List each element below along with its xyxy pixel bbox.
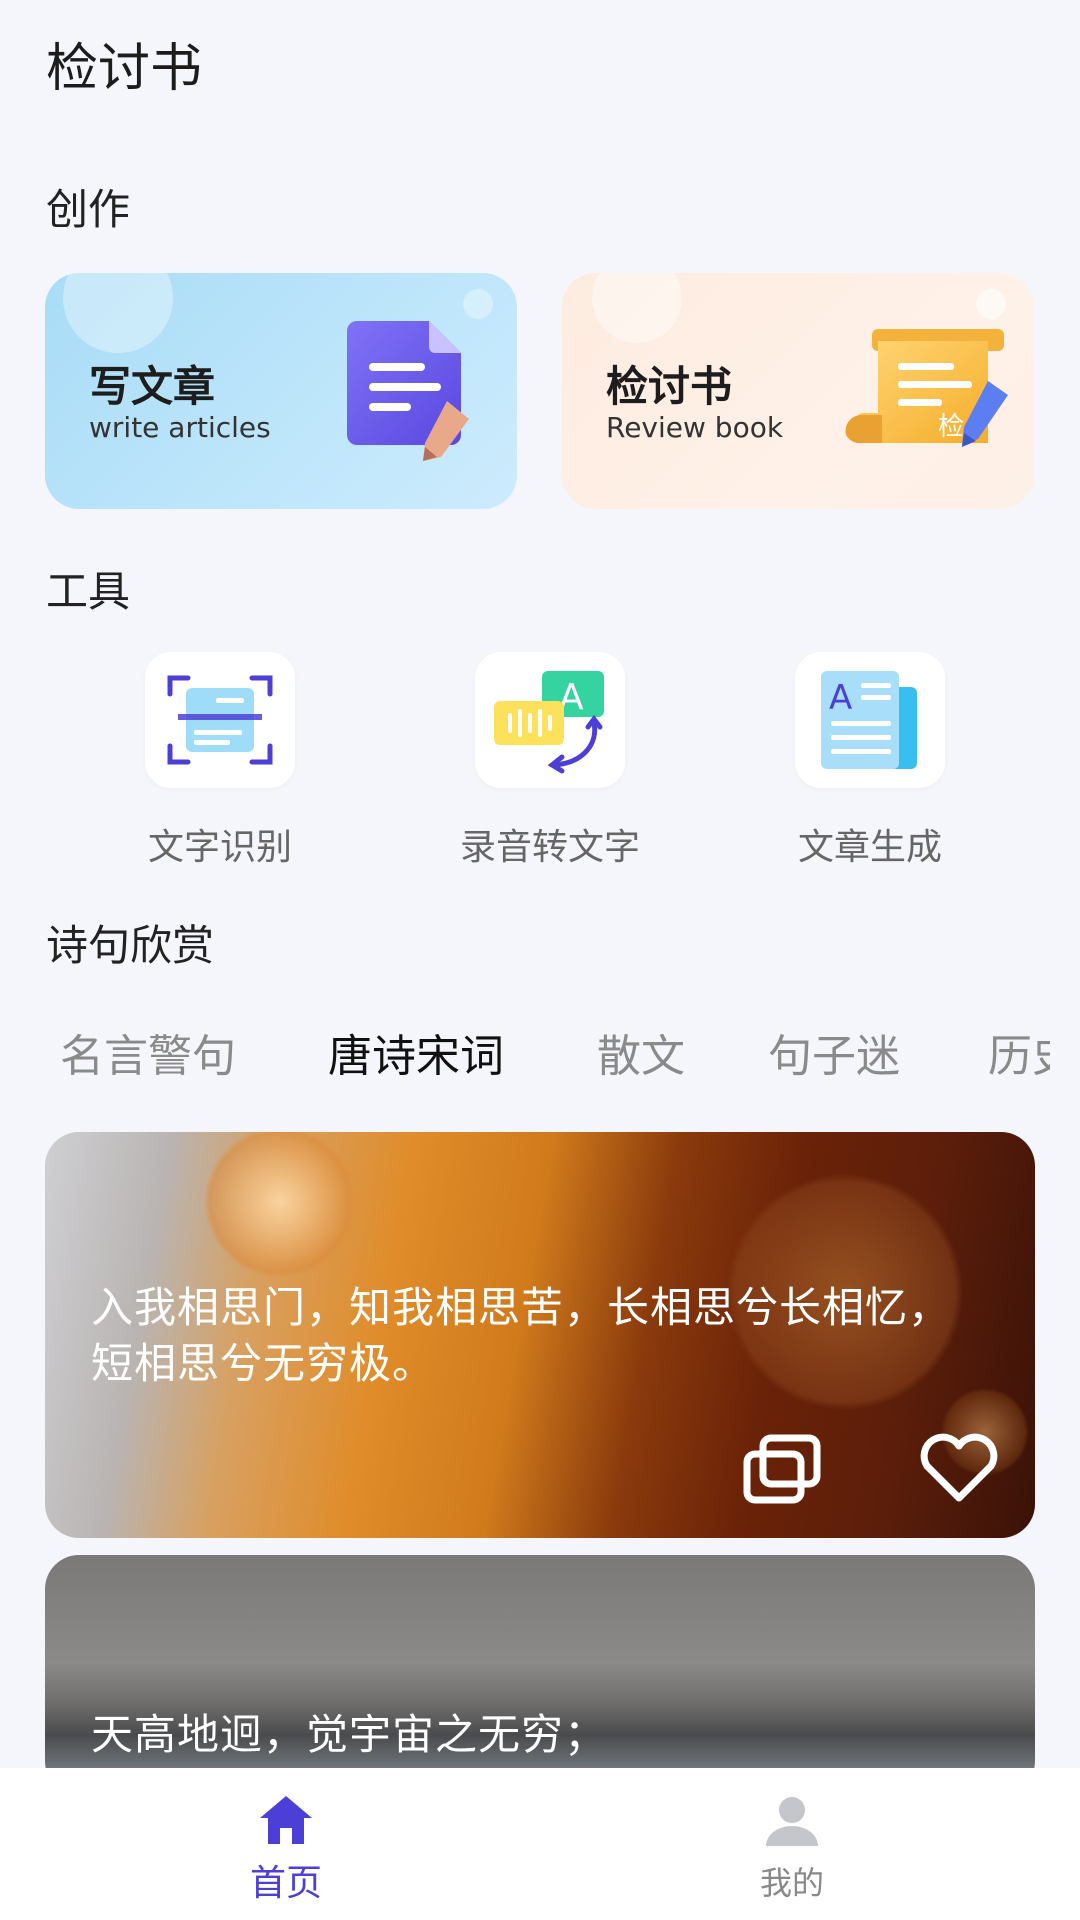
- profile-icon: [762, 1792, 822, 1852]
- tool-voice-to-text[interactable]: A 录音转文字: [440, 650, 640, 880]
- tool-label: 文章生成: [797, 827, 942, 868]
- review-book-card[interactable]: 检讨书 Review book 检: [562, 273, 1034, 509]
- tool-text-recognition[interactable]: 文字识别: [110, 650, 310, 880]
- write-article-card[interactable]: 写文章 write articles: [45, 273, 517, 509]
- write-article-subtitle: write articles: [89, 411, 271, 444]
- article-generate-icon: A: [795, 652, 945, 788]
- poem-card[interactable]: 天高地迥，觉宇宙之无穷；: [45, 1555, 1035, 1795]
- poem-text: 入我相思门，知我相思苦，长相思兮长相忆，短相思兮无穷极。: [91, 1283, 952, 1388]
- write-article-title: 写文章: [89, 362, 216, 411]
- section-title-tools: 工具: [46, 567, 131, 616]
- text-scan-icon: [145, 652, 295, 788]
- tab-prose[interactable]: 散文: [597, 1020, 685, 1084]
- section-title-create: 创作: [46, 185, 131, 234]
- poetry-category-tabs: 名言警句 唐诗宋词 散文 句子迷 历史: [0, 1020, 1050, 1090]
- copy-icon[interactable]: [741, 1434, 825, 1510]
- svg-text:检: 检: [938, 412, 964, 442]
- nav-profile[interactable]: 我的: [692, 1768, 892, 1920]
- tab-famous-quotes[interactable]: 名言警句: [60, 1020, 236, 1084]
- tab-sentence-fans[interactable]: 句子迷: [768, 1020, 900, 1084]
- tab-tang-song-poetry[interactable]: 唐诗宋词: [328, 1020, 504, 1084]
- poem-card[interactable]: 入我相思门，知我相思苦，长相思兮长相忆，短相思兮无穷极。: [45, 1132, 1035, 1538]
- svg-text:A: A: [829, 678, 852, 718]
- decor-bubble: [976, 289, 1006, 319]
- scroll-pen-icon: 检: [838, 323, 1018, 467]
- nav-profile-label: 我的: [759, 1864, 824, 1902]
- decor-bubble: [63, 273, 173, 353]
- home-icon: [256, 1792, 316, 1852]
- page-title: 检讨书: [46, 39, 203, 99]
- tool-label: 文字识别: [147, 827, 292, 868]
- poem-text: 天高地迥，觉宇宙之无穷；: [91, 1710, 608, 1759]
- tab-history[interactable]: 历史: [988, 1020, 1050, 1084]
- bottom-navigation-bar: 首页 我的: [0, 1768, 1080, 1920]
- document-pen-icon: [339, 313, 499, 467]
- tool-article-generation[interactable]: A 文章生成: [760, 650, 960, 880]
- review-book-title: 检讨书: [606, 362, 733, 411]
- nav-home-label: 首页: [249, 1863, 322, 1904]
- nav-home[interactable]: 首页: [186, 1768, 386, 1920]
- review-book-subtitle: Review book: [606, 411, 784, 444]
- decor-bubble: [592, 273, 682, 343]
- voice-to-text-icon: A: [475, 652, 625, 788]
- section-title-poetry: 诗句欣赏: [46, 921, 215, 970]
- favorite-heart-icon[interactable]: [917, 1432, 1001, 1508]
- tool-label: 录音转文字: [459, 827, 640, 868]
